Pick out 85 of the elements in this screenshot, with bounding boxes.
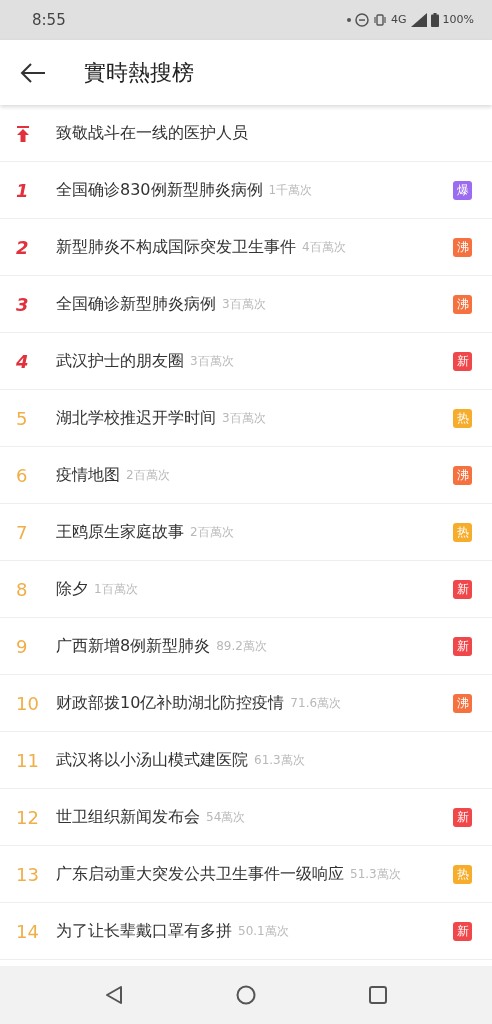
heat-badge: 新	[453, 636, 472, 656]
rank-number: 7	[16, 521, 28, 543]
search-count: 71.6萬次	[290, 695, 342, 712]
topic-title: 除夕	[56, 578, 88, 600]
topic-title: 致敬战斗在一线的医护人员	[56, 122, 248, 144]
search-count: 1百萬次	[94, 581, 138, 598]
heat-badge: 沸	[453, 294, 472, 314]
search-count: 2百萬次	[126, 467, 170, 484]
trending-item[interactable]: 6 疫情地图 2百萬次 沸	[0, 447, 492, 504]
trending-item[interactable]: 13 广东启动重大突发公共卫生事件一级响应 51.3萬次 热	[0, 846, 492, 903]
trending-item[interactable]: 14 为了让长辈戴口罩有多拼 50.1萬次 新	[0, 903, 492, 960]
rank-number: 3	[16, 293, 29, 315]
topic-title: 全国确诊新型肺炎病例	[56, 293, 216, 315]
search-count: 54萬次	[206, 809, 246, 826]
back-nav-icon[interactable]	[104, 985, 123, 1005]
search-count: 3百萬次	[222, 296, 266, 313]
heat-badge: 热	[453, 864, 472, 884]
search-count: 4百萬次	[302, 239, 346, 256]
back-icon[interactable]	[20, 62, 46, 83]
heat-badge: 沸	[453, 237, 472, 257]
heat-badge: 沸	[453, 693, 472, 713]
search-count: 3百萬次	[222, 410, 266, 427]
trending-item[interactable]: 2 新型肺炎不构成国际突发卫生事件 4百萬次 沸	[0, 219, 492, 276]
topic-title: 财政部拨10亿补助湖北防控疫情	[56, 692, 285, 714]
topic-title: 广东启动重大突发公共卫生事件一级响应	[56, 863, 344, 885]
heat-badge: 新	[453, 807, 472, 827]
topic-title: 新型肺炎不构成国际突发卫生事件	[56, 236, 296, 258]
trending-item[interactable]: 3 全国确诊新型肺炎病例 3百萬次 沸	[0, 276, 492, 333]
search-count: 89.2萬次	[216, 638, 267, 655]
heat-badge: 热	[453, 408, 472, 428]
rank-number: 1	[16, 179, 29, 201]
heat-badge: 爆	[453, 180, 472, 200]
rank-number: 11	[16, 749, 39, 771]
topic-title: 疫情地图	[56, 464, 120, 486]
topic-title: 武汉护士的朋友圈	[56, 350, 184, 372]
vibrate-icon	[373, 14, 387, 26]
trending-item[interactable]: 8 除夕 1百萬次 新	[0, 561, 492, 618]
trending-item[interactable]: 7 王鸥原生家庭故事 2百萬次 热	[0, 504, 492, 561]
trending-item[interactable]: 9 广西新增8例新型肺炎 89.2萬次 新	[0, 618, 492, 675]
topic-title: 为了让长辈戴口罩有多拼	[56, 920, 232, 942]
search-count: 61.3萬次	[254, 752, 305, 769]
trending-item[interactable]: 1 全国确诊830例新型肺炎病例 1千萬次 爆	[0, 162, 492, 219]
search-count: 51.3萬次	[350, 866, 401, 883]
rank-number: 10	[16, 692, 39, 714]
topic-title: 王鸥原生家庭故事	[56, 521, 184, 543]
search-count: 3百萬次	[190, 353, 234, 370]
heat-badge: 新	[453, 351, 472, 371]
home-icon[interactable]	[236, 985, 256, 1005]
battery-icon	[430, 13, 439, 27]
battery-level: 100%	[442, 11, 474, 28]
trending-item[interactable]: 5 湖北学校推迟开学时间 3百萬次 热	[0, 390, 492, 447]
trending-item[interactable]: 致敬战斗在一线的医护人员	[0, 105, 492, 162]
rank-number: 2	[16, 236, 29, 258]
recents-icon[interactable]	[369, 986, 388, 1004]
search-count: 50.1萬次	[238, 923, 289, 940]
heat-badge: 热	[453, 522, 472, 542]
signal-icon	[410, 13, 427, 27]
search-count: 2百萬次	[190, 524, 234, 541]
heat-badge: 新	[453, 921, 472, 941]
topic-title: 世卫组织新闻发布会	[56, 806, 200, 828]
trending-item[interactable]: 12 世卫组织新闻发布会 54萬次 新	[0, 789, 492, 846]
search-count: 1千萬次	[268, 182, 313, 199]
status-time: 8:55	[32, 9, 66, 31]
rank-number: 4	[16, 350, 29, 372]
page-title: 實時熱搜榜	[84, 59, 194, 87]
topic-title: 湖北学校推迟开学时间	[56, 407, 216, 429]
topic-title: 武汉将以小汤山模式建医院	[56, 749, 248, 771]
rank-number: 14	[16, 920, 39, 942]
heat-badge: 新	[453, 579, 472, 599]
trending-item[interactable]: 11 武汉将以小汤山模式建医院 61.3萬次	[0, 732, 492, 789]
network-type: 4G	[391, 11, 407, 28]
rank-number: 8	[16, 578, 28, 600]
topic-title: 广西新增8例新型肺炎	[56, 635, 211, 657]
trending-item[interactable]: 4 武汉护士的朋友圈 3百萬次 新	[0, 333, 492, 390]
rank-number: 6	[16, 464, 28, 486]
dot-icon	[347, 18, 351, 22]
trending-item[interactable]: 10 财政部拨10亿补助湖北防控疫情 71.6萬次 沸	[0, 675, 492, 732]
rank-number: 12	[16, 806, 39, 828]
pin-top-icon	[16, 125, 30, 142]
heat-badge: 沸	[453, 465, 472, 485]
topic-title: 全国确诊830例新型肺炎病例	[56, 179, 263, 201]
rank-number: 13	[16, 863, 39, 885]
do-not-disturb-icon	[355, 13, 369, 27]
rank-number: 9	[16, 635, 28, 657]
rank-number: 5	[16, 407, 28, 429]
